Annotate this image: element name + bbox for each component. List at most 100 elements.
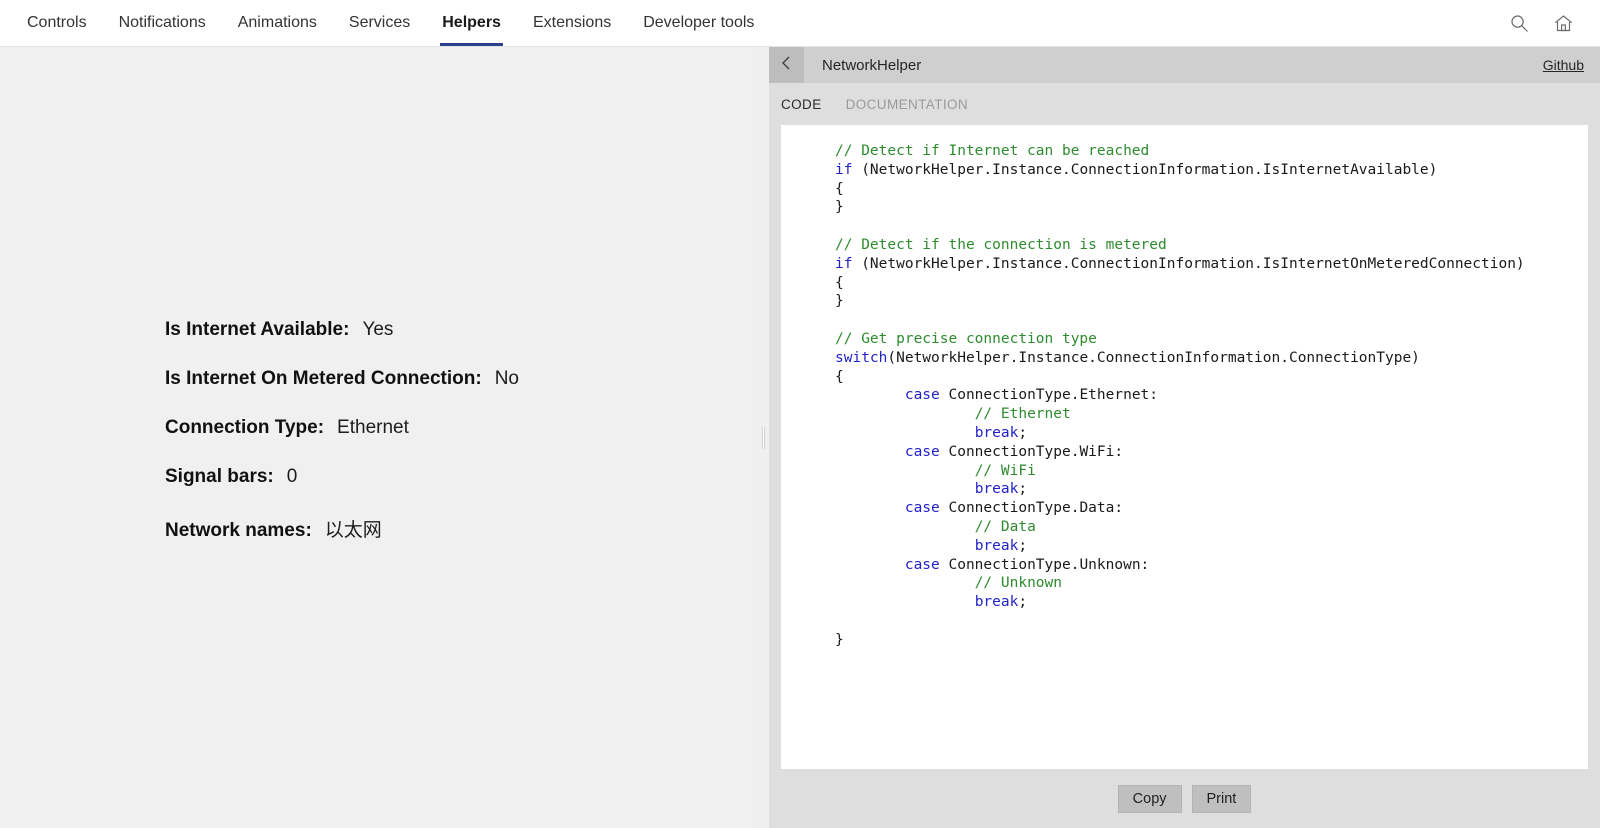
- code-text: // Detect if Internet can be reached if …: [835, 142, 1588, 650]
- home-icon[interactable]: [1548, 8, 1578, 38]
- code-token-plain: ConnectionType.Unknown:: [939, 556, 1150, 573]
- property-value: 以太网: [324, 520, 382, 541]
- code-token-keyword: case: [904, 387, 940, 404]
- property-label: Connection Type:: [165, 417, 325, 438]
- property-row: Is Internet Available: Yes: [165, 319, 519, 348]
- property-value: 0: [286, 466, 298, 487]
- nav-tab-label: Notifications: [118, 14, 206, 31]
- nav-tab-services[interactable]: Services: [333, 0, 426, 46]
- chevron-left-icon: [780, 55, 793, 76]
- nav-tab-label: Extensions: [532, 14, 612, 31]
- code-token-comment: // Unknown: [974, 575, 1062, 592]
- code-token-plain: {: [835, 274, 844, 291]
- search-icon[interactable]: [1504, 8, 1534, 38]
- right-code-panel: NetworkHelper Github CODE DOCUMENTATION /…: [769, 47, 1600, 828]
- property-row: Signal bars: 0: [165, 466, 519, 495]
- code-token-comment: // Ethernet: [974, 406, 1071, 423]
- code-token-plain: }: [835, 293, 844, 310]
- panel-tab-list: CODE DOCUMENTATION: [769, 83, 1600, 125]
- nav-tab-helpers[interactable]: Helpers: [426, 0, 517, 46]
- panel-tab-code[interactable]: CODE: [769, 97, 834, 112]
- code-token-comment: // WiFi: [974, 462, 1036, 479]
- code-token-plain: ConnectionType.Data:: [939, 500, 1124, 517]
- property-label: Signal bars:: [165, 466, 274, 487]
- nav-action-group: [1504, 0, 1600, 46]
- code-token-comment: // Get precise connection type: [835, 330, 1097, 347]
- left-content-panel: Is Internet Available: Yes Is Internet On …: [0, 47, 757, 828]
- code-token-plain: ;: [1018, 424, 1028, 441]
- code-token-keyword: if: [835, 255, 853, 272]
- panel-splitter[interactable]: [757, 47, 769, 828]
- code-token-keyword: break: [974, 424, 1019, 441]
- code-token-plain: {: [835, 180, 844, 197]
- splitter-grip-icon: [761, 426, 765, 449]
- code-token-keyword: break: [974, 481, 1019, 498]
- code-token-comment: // Detect if Internet can be reached: [835, 143, 1150, 159]
- print-button[interactable]: Print: [1191, 784, 1252, 813]
- code-token-plain: (NetworkHelper.Instance.ConnectionInform…: [852, 161, 1438, 178]
- code-token-plain: (NetworkHelper.Instance.ConnectionInform…: [887, 349, 1420, 366]
- code-viewer[interactable]: // Detect if Internet can be reached if …: [781, 125, 1588, 769]
- property-row: Is Internet On Metered Connection: No: [165, 368, 519, 397]
- code-token-plain: (NetworkHelper.Instance.ConnectionInform…: [852, 255, 1525, 272]
- code-token-keyword: switch: [835, 349, 888, 366]
- copy-button[interactable]: Copy: [1117, 784, 1182, 813]
- code-token-plain: ;: [1018, 481, 1028, 498]
- back-button[interactable]: [769, 47, 804, 83]
- nav-tab-label: Developer tools: [643, 14, 755, 31]
- code-token-keyword: if: [835, 161, 853, 178]
- nav-tab-label: Animations: [237, 14, 317, 31]
- nav-tab-list: Controls Notifications Animations Services H…: [0, 0, 770, 46]
- code-token-plain: ConnectionType.Ethernet:: [939, 387, 1159, 404]
- network-property-list: Is Internet Available: Yes Is Internet On …: [165, 319, 519, 544]
- nav-tab-animations[interactable]: Animations: [222, 0, 333, 46]
- nav-tab-label: Controls: [27, 14, 87, 31]
- code-token-comment: // Detect if the connection is metered: [835, 236, 1167, 253]
- property-label: Network names:: [165, 520, 312, 541]
- nav-tab-label: Services: [348, 14, 411, 31]
- nav-tab-developer-tools[interactable]: Developer tools: [627, 0, 770, 46]
- property-label: Is Internet On Metered Connection:: [165, 368, 482, 389]
- code-token-plain: ;: [1018, 594, 1028, 611]
- nav-tab-label: Helpers: [442, 14, 501, 31]
- code-token-plain: }: [835, 631, 844, 648]
- property-value: Ethernet: [337, 417, 409, 438]
- github-link[interactable]: Github: [1543, 57, 1584, 73]
- code-token-keyword: case: [904, 443, 940, 460]
- nav-tab-notifications[interactable]: Notifications: [103, 0, 222, 46]
- code-token-comment: // Data: [974, 518, 1036, 535]
- nav-tab-extensions[interactable]: Extensions: [517, 0, 627, 46]
- property-value: Yes: [362, 319, 394, 340]
- panel-header: NetworkHelper Github: [769, 47, 1600, 83]
- panel-title: NetworkHelper: [822, 56, 922, 74]
- panel-tab-documentation[interactable]: DOCUMENTATION: [834, 97, 980, 112]
- property-row: Connection Type: Ethernet: [165, 417, 519, 446]
- code-token-plain: }: [835, 199, 844, 216]
- code-token-plain: ;: [1018, 537, 1028, 554]
- property-label: Is Internet Available:: [165, 319, 350, 340]
- code-token-plain: {: [835, 368, 844, 385]
- code-token-plain: ConnectionType.WiFi:: [939, 443, 1124, 460]
- code-token-keyword: case: [904, 556, 940, 573]
- property-value: No: [494, 368, 519, 389]
- top-navigation-bar: Controls Notifications Animations Services H…: [0, 0, 1600, 47]
- code-token-keyword: case: [904, 500, 940, 517]
- panel-button-bar: Copy Print: [769, 769, 1600, 828]
- code-token-keyword: break: [974, 594, 1019, 611]
- nav-tab-controls[interactable]: Controls: [11, 0, 103, 46]
- code-token-keyword: break: [974, 537, 1019, 554]
- property-row: Network names: 以太网: [165, 515, 519, 544]
